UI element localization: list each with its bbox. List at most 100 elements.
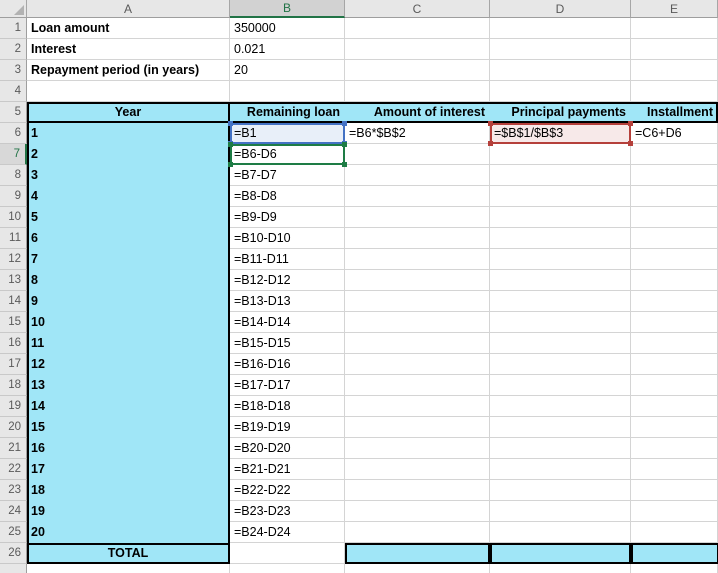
cell-A23[interactable]: 18 bbox=[27, 480, 230, 501]
row-header-6[interactable]: 6 bbox=[0, 123, 27, 144]
cell-B16[interactable]: =B15-D15 bbox=[230, 333, 345, 354]
row-header-24[interactable]: 24 bbox=[0, 501, 27, 522]
cell-C3[interactable] bbox=[345, 60, 490, 81]
cell-C26[interactable] bbox=[345, 543, 490, 564]
cell-E23[interactable] bbox=[631, 480, 718, 501]
cell-A22[interactable]: 17 bbox=[27, 459, 230, 480]
cell-C21[interactable] bbox=[345, 438, 490, 459]
cell-C7[interactable] bbox=[345, 144, 490, 165]
cell-B23[interactable]: =B22-D22 bbox=[230, 480, 345, 501]
cell-D13[interactable] bbox=[490, 270, 631, 291]
cell-C11[interactable] bbox=[345, 228, 490, 249]
row-header-19[interactable]: 19 bbox=[0, 396, 27, 417]
column-header-e[interactable]: E bbox=[631, 0, 718, 18]
select-all-button[interactable] bbox=[0, 0, 27, 18]
cell-D27[interactable] bbox=[490, 564, 631, 573]
cell-E4[interactable] bbox=[631, 81, 718, 102]
cell-D22[interactable] bbox=[490, 459, 631, 480]
row-header-7[interactable]: 7 bbox=[0, 144, 27, 165]
cell-E5[interactable]: Installment bbox=[631, 102, 718, 123]
cell-B22[interactable]: =B21-D21 bbox=[230, 459, 345, 480]
cell-A17[interactable]: 12 bbox=[27, 354, 230, 375]
cell-C4[interactable] bbox=[345, 81, 490, 102]
cell-B19[interactable]: =B18-D18 bbox=[230, 396, 345, 417]
cell-B5[interactable]: Remaining loan bbox=[230, 102, 345, 123]
cell-B15[interactable]: =B14-D14 bbox=[230, 312, 345, 333]
cell-C5[interactable]: Amount of interest bbox=[345, 102, 490, 123]
cell-C24[interactable] bbox=[345, 501, 490, 522]
cell-E7[interactable] bbox=[631, 144, 718, 165]
row-header-20[interactable]: 20 bbox=[0, 417, 27, 438]
column-header-d[interactable]: D bbox=[490, 0, 631, 18]
cell-E12[interactable] bbox=[631, 249, 718, 270]
row-header-1[interactable]: 1 bbox=[0, 18, 27, 39]
row-header-15[interactable]: 15 bbox=[0, 312, 27, 333]
row-header-12[interactable]: 12 bbox=[0, 249, 27, 270]
cell-C25[interactable] bbox=[345, 522, 490, 543]
row-header-22[interactable]: 22 bbox=[0, 459, 27, 480]
cell-D20[interactable] bbox=[490, 417, 631, 438]
cell-D1[interactable] bbox=[490, 18, 631, 39]
cell-D23[interactable] bbox=[490, 480, 631, 501]
row-header-4[interactable]: 4 bbox=[0, 81, 27, 102]
cell-C8[interactable] bbox=[345, 165, 490, 186]
cell-C15[interactable] bbox=[345, 312, 490, 333]
cell-D2[interactable] bbox=[490, 39, 631, 60]
row-header-8[interactable]: 8 bbox=[0, 165, 27, 186]
cell-D17[interactable] bbox=[490, 354, 631, 375]
cell-C23[interactable] bbox=[345, 480, 490, 501]
cell-A19[interactable]: 14 bbox=[27, 396, 230, 417]
cell-D6[interactable]: =$B$1/$B$3 bbox=[490, 123, 631, 144]
cell-E27[interactable] bbox=[631, 564, 718, 573]
cell-B18[interactable]: =B17-D17 bbox=[230, 375, 345, 396]
cell-D16[interactable] bbox=[490, 333, 631, 354]
cell-A11[interactable]: 6 bbox=[27, 228, 230, 249]
cell-C22[interactable] bbox=[345, 459, 490, 480]
cell-D26[interactable] bbox=[490, 543, 631, 564]
cell-A26[interactable]: TOTAL bbox=[27, 543, 230, 564]
cell-D4[interactable] bbox=[490, 81, 631, 102]
cell-C2[interactable] bbox=[345, 39, 490, 60]
cell-E19[interactable] bbox=[631, 396, 718, 417]
cell-A7[interactable]: 2 bbox=[27, 144, 230, 165]
cell-E10[interactable] bbox=[631, 207, 718, 228]
cell-D9[interactable] bbox=[490, 186, 631, 207]
cell-B10[interactable]: =B9-D9 bbox=[230, 207, 345, 228]
cell-E21[interactable] bbox=[631, 438, 718, 459]
cell-A15[interactable]: 10 bbox=[27, 312, 230, 333]
row-header-25[interactable]: 25 bbox=[0, 522, 27, 543]
row-header-21[interactable]: 21 bbox=[0, 438, 27, 459]
column-header-c[interactable]: C bbox=[345, 0, 490, 18]
cell-D12[interactable] bbox=[490, 249, 631, 270]
cell-B13[interactable]: =B12-D12 bbox=[230, 270, 345, 291]
cell-D10[interactable] bbox=[490, 207, 631, 228]
cell-A12[interactable]: 7 bbox=[27, 249, 230, 270]
cell-C6[interactable]: =B6*$B$2 bbox=[345, 123, 490, 144]
cell-D15[interactable] bbox=[490, 312, 631, 333]
cell-A13[interactable]: 8 bbox=[27, 270, 230, 291]
cell-A20[interactable]: 15 bbox=[27, 417, 230, 438]
cell-E11[interactable] bbox=[631, 228, 718, 249]
cell-B11[interactable]: =B10-D10 bbox=[230, 228, 345, 249]
cell-B26[interactable] bbox=[230, 543, 345, 564]
cell-A10[interactable]: 5 bbox=[27, 207, 230, 228]
cell-E18[interactable] bbox=[631, 375, 718, 396]
cell-A5[interactable]: Year bbox=[27, 102, 230, 123]
cell-A2[interactable]: Interest bbox=[27, 39, 230, 60]
cell-C19[interactable] bbox=[345, 396, 490, 417]
cell-E2[interactable] bbox=[631, 39, 718, 60]
cell-C10[interactable] bbox=[345, 207, 490, 228]
cell-E6[interactable]: =C6+D6 bbox=[631, 123, 718, 144]
cell-D7[interactable] bbox=[490, 144, 631, 165]
cell-A8[interactable]: 3 bbox=[27, 165, 230, 186]
row-header-9[interactable]: 9 bbox=[0, 186, 27, 207]
cell-A24[interactable]: 19 bbox=[27, 501, 230, 522]
cell-A16[interactable]: 11 bbox=[27, 333, 230, 354]
cell-E1[interactable] bbox=[631, 18, 718, 39]
cell-E20[interactable] bbox=[631, 417, 718, 438]
cell-B2[interactable]: 0.021 bbox=[230, 39, 345, 60]
cell-C14[interactable] bbox=[345, 291, 490, 312]
cell-A6[interactable]: 1 bbox=[27, 123, 230, 144]
cell-E22[interactable] bbox=[631, 459, 718, 480]
cell-D3[interactable] bbox=[490, 60, 631, 81]
